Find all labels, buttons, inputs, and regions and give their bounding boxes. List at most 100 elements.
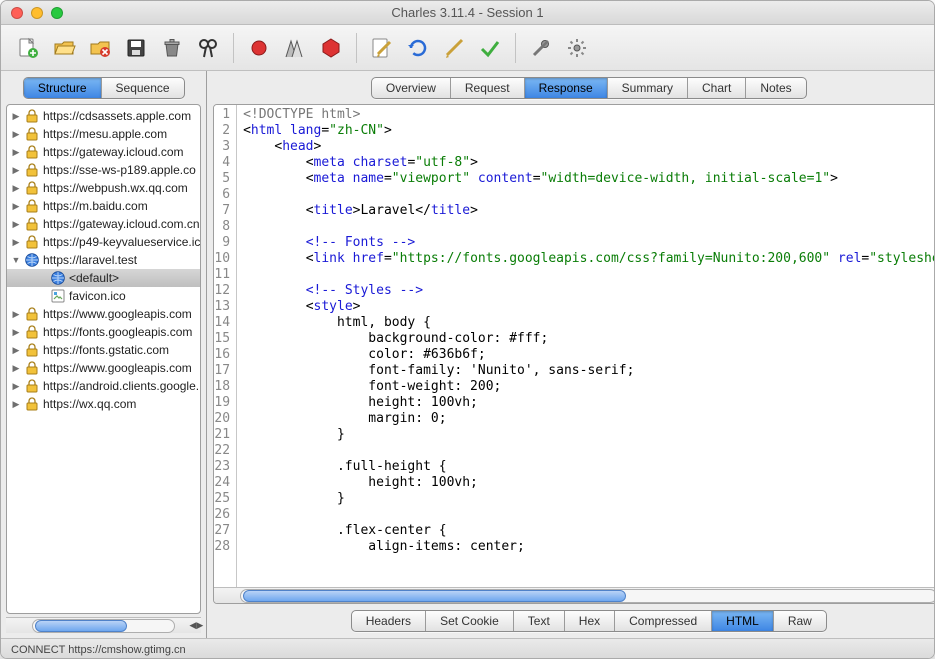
node-label: https://fonts.googleapis.com xyxy=(43,325,192,339)
toolbar-separator xyxy=(356,33,357,63)
top-tabbar: OverviewRequestResponseSummaryChartNotes xyxy=(207,71,935,102)
subtab-text[interactable]: Text xyxy=(514,611,565,631)
breakpoints-button[interactable] xyxy=(314,31,348,65)
tree-row[interactable]: https://fonts.gstatic.com xyxy=(7,341,200,359)
tree-row[interactable]: https://fonts.googleapis.com xyxy=(7,323,200,341)
node-label: https://laravel.test xyxy=(43,253,137,267)
node-label: https://fonts.gstatic.com xyxy=(43,343,169,357)
subtab-set-cookie[interactable]: Set Cookie xyxy=(426,611,514,631)
tree-row[interactable]: <default> xyxy=(7,269,200,287)
tree-row[interactable]: https://sse-ws-p189.apple.co xyxy=(7,161,200,179)
tree-row[interactable]: https://mesu.apple.com xyxy=(7,125,200,143)
find-button[interactable] xyxy=(191,31,225,65)
tools-button[interactable] xyxy=(524,31,558,65)
new-session-button[interactable] xyxy=(11,31,45,65)
node-label: https://gateway.icloud.com xyxy=(43,145,184,159)
tree-row[interactable]: https://gateway.icloud.com xyxy=(7,143,200,161)
bottom-tabset: HeadersSet CookieTextHexCompressedHTMLRa… xyxy=(351,610,827,632)
toolbar-separator xyxy=(233,33,234,63)
code-viewer: 1234567891011121314151617181920212223242… xyxy=(213,104,935,604)
tree-row[interactable]: https://gateway.icloud.com.cn xyxy=(7,215,200,233)
tab-structure[interactable]: Structure xyxy=(24,78,102,98)
node-label: https://webpush.wx.qq.com xyxy=(43,181,188,195)
tab-overview[interactable]: Overview xyxy=(372,78,451,98)
subtab-headers[interactable]: Headers xyxy=(352,611,426,631)
disclosure-icon[interactable] xyxy=(11,363,21,374)
compose-button[interactable] xyxy=(365,31,399,65)
disclosure-icon[interactable] xyxy=(11,399,21,410)
tree-row[interactable]: https://www.googleapis.com xyxy=(7,305,200,323)
node-label: https://cdsassets.apple.com xyxy=(43,109,191,123)
throttle-button[interactable] xyxy=(278,31,312,65)
edit-button[interactable] xyxy=(437,31,471,65)
subtab-compressed[interactable]: Compressed xyxy=(615,611,712,631)
node-label: https://android.clients.google. xyxy=(43,379,199,393)
left-panel: Structure Sequence https://cdsassets.app… xyxy=(1,71,207,638)
disclosure-icon[interactable] xyxy=(11,219,21,230)
top-tabset: OverviewRequestResponseSummaryChartNotes xyxy=(371,77,807,99)
tree-row[interactable]: https://wx.qq.com xyxy=(7,395,200,413)
subtab-raw[interactable]: Raw xyxy=(774,611,826,631)
host-tree-wrap: https://cdsassets.apple.com https://mesu.… xyxy=(6,104,201,614)
tree-row[interactable]: favicon.ico xyxy=(7,287,200,305)
disclosure-icon[interactable] xyxy=(11,111,21,122)
tree-row[interactable]: https://android.clients.google. xyxy=(7,377,200,395)
code-hscrollbar[interactable]: ◀▶ xyxy=(214,587,935,603)
disclosure-icon[interactable] xyxy=(11,345,21,356)
save-button[interactable] xyxy=(119,31,153,65)
host-tree[interactable]: https://cdsassets.apple.com https://mesu.… xyxy=(7,105,200,613)
disclosure-icon[interactable] xyxy=(11,183,21,194)
node-label: https://m.baidu.com xyxy=(43,199,148,213)
tab-sequence[interactable]: Sequence xyxy=(102,78,184,98)
node-label: https://p49-keyvalueservice.ic xyxy=(43,235,200,249)
repeat-button[interactable] xyxy=(401,31,435,65)
disclosure-icon[interactable] xyxy=(11,129,21,140)
subtab-hex[interactable]: Hex xyxy=(565,611,615,631)
tab-summary[interactable]: Summary xyxy=(608,78,688,98)
right-panel: OverviewRequestResponseSummaryChartNotes… xyxy=(207,71,935,638)
scroll-right-icon[interactable]: ◀▶ xyxy=(189,620,201,631)
node-label: <default> xyxy=(69,271,119,285)
settings-button[interactable] xyxy=(560,31,594,65)
node-label: https://wx.qq.com xyxy=(43,397,136,411)
status-text: CONNECT https://cmshow.gtimg.cn xyxy=(11,644,186,656)
statusbar: CONNECT https://cmshow.gtimg.cn xyxy=(1,638,934,659)
close-session-button[interactable] xyxy=(83,31,117,65)
titlebar: Charles 3.11.4 - Session 1 xyxy=(1,1,934,25)
disclosure-icon[interactable] xyxy=(11,381,21,392)
tree-row[interactable]: https://p49-keyvalueservice.ic xyxy=(7,233,200,251)
record-button[interactable] xyxy=(242,31,276,65)
disclosure-icon[interactable] xyxy=(11,237,21,248)
tab-chart[interactable]: Chart xyxy=(688,78,746,98)
line-gutter: 1234567891011121314151617181920212223242… xyxy=(214,105,237,587)
disclosure-icon[interactable] xyxy=(11,147,21,158)
content-area: Structure Sequence https://cdsassets.app… xyxy=(1,71,934,638)
validate-button[interactable] xyxy=(473,31,507,65)
clear-button[interactable] xyxy=(155,31,189,65)
tree-row[interactable]: https://m.baidu.com xyxy=(7,197,200,215)
node-label: https://www.googleapis.com xyxy=(43,361,192,375)
tree-row[interactable]: https://webpush.wx.qq.com xyxy=(7,179,200,197)
node-label: https://mesu.apple.com xyxy=(43,127,167,141)
code-text: <!DOCTYPE html><html lang="zh-CN"> <head… xyxy=(237,105,935,587)
disclosure-icon[interactable] xyxy=(11,309,21,320)
tab-response[interactable]: Response xyxy=(525,78,608,98)
toolbar-separator xyxy=(515,33,516,63)
disclosure-icon[interactable] xyxy=(11,201,21,212)
tree-row[interactable]: https://cdsassets.apple.com xyxy=(7,107,200,125)
left-hscrollbar[interactable]: ◀▶ xyxy=(6,617,201,633)
node-label: https://sse-ws-p189.apple.co xyxy=(43,163,196,177)
open-button[interactable] xyxy=(47,31,81,65)
main-toolbar xyxy=(1,25,934,71)
tab-notes[interactable]: Notes xyxy=(746,78,805,98)
disclosure-icon[interactable] xyxy=(11,255,21,265)
tree-row[interactable]: https://laravel.test xyxy=(7,251,200,269)
subtab-html[interactable]: HTML xyxy=(712,611,774,631)
node-label: https://www.googleapis.com xyxy=(43,307,192,321)
code-area[interactable]: 1234567891011121314151617181920212223242… xyxy=(214,105,935,587)
tree-row[interactable]: https://www.googleapis.com xyxy=(7,359,200,377)
disclosure-icon[interactable] xyxy=(11,165,21,176)
disclosure-icon[interactable] xyxy=(11,327,21,338)
tab-request[interactable]: Request xyxy=(451,78,525,98)
node-label: favicon.ico xyxy=(69,289,126,303)
